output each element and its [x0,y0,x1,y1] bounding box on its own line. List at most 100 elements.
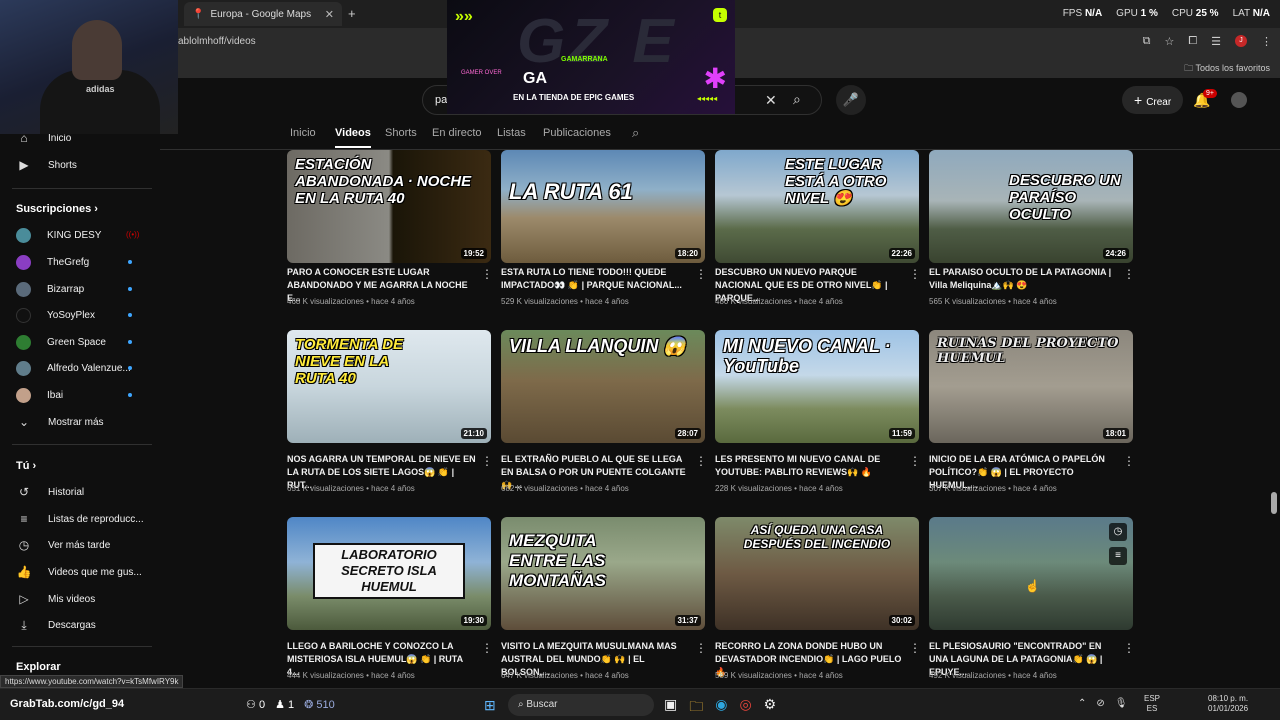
live-indicator-icon: ((•)) [126,230,140,239]
watch-later-icon[interactable]: ◷ [1109,523,1127,541]
subscriptions-heading[interactable]: Suscripciones › [16,203,98,215]
sidebar-item-bizarrap[interactable]: Bizarrap [16,279,84,299]
scrollbar-thumb[interactable] [1271,492,1277,514]
video-thumbnail[interactable]: LABORATORIO SECRETO ISLA HUEMUL 19:30 [287,517,491,630]
video-thumbnail[interactable]: MI NUEVO CANAL · YouTube 11:59 [715,330,919,443]
tab-inicio[interactable]: Inicio [290,127,316,139]
network-icon[interactable]: ⊘ [1096,698,1104,709]
more-options-icon[interactable]: ⋮ [909,267,921,281]
chrome-icon[interactable]: ◎ [739,696,751,720]
video-thumbnail[interactable]: MEZQUITA ENTRE LAS MONTAÑAS 31:37 [501,517,705,630]
video-title[interactable]: EL PARAISO OCULTO DE LA PATAGONIA | Vill… [929,266,1119,292]
sidebar-item-thegrefg[interactable]: TheGrefg [16,252,89,272]
sidebar-item-king-desy[interactable]: KING DESY [16,225,101,245]
create-label: Crear [1146,97,1172,108]
tab-publicaciones[interactable]: Publicaciones [543,127,611,139]
video-thumbnail[interactable]: ASÍ QUEDA UNA CASA DESPUÉS DEL INCENDIO 3… [715,517,919,630]
explore-heading: Explorar [16,661,61,673]
video-title[interactable]: LES PRESENTO MI NUEVO CANAL DE YOUTUBE: … [715,453,905,479]
sidebar-item-listas[interactable]: ≡ Listas de reproducc... [16,509,143,529]
video-thumbnail[interactable]: DESCUBRO UN PARAÍSO OCULTO 24:26 [929,150,1133,263]
windows-start-icon[interactable]: ⊞ [484,697,496,714]
page-scrollbar[interactable] [1270,150,1278,680]
video-thumbnail[interactable]: ◷ ≡ ☝ [929,517,1133,630]
reading-list-icon[interactable]: ☰ [1211,35,1221,48]
sidebar-item-shorts[interactable]: ▶ Shorts [16,155,77,175]
new-content-dot [128,287,132,291]
more-options-icon[interactable]: ⋮ [481,267,493,281]
video-thumbnail[interactable]: ESTACIÓN ABANDONADA · NOCHE EN LA RUTA 4… [287,150,491,263]
sidebar-item-descargas[interactable]: ⤓ Descargas [16,615,95,635]
mic-tray-icon[interactable]: 🎙 [1115,698,1128,709]
browser-tab[interactable]: 📍 Europa - Google Maps ✕ [184,2,342,26]
more-options-icon[interactable]: ⋮ [909,454,921,468]
app-icon[interactable]: ⚙ [764,696,777,720]
url-field[interactable]: ablolmhoff/videos [178,36,256,47]
all-favorites-folder[interactable]: 🗀 Todos los favoritos [1184,61,1270,77]
tab-en-directo[interactable]: En directo [432,127,482,139]
more-options-icon[interactable]: ⋮ [695,641,707,655]
video-title[interactable]: ESTA RUTA LO TIENE TODO!!! QUEDE IMPACTA… [501,266,691,292]
channel-search-icon[interactable]: ⌕ [632,125,639,141]
search-input[interactable]: pa [435,94,447,106]
video-meta: 651 K visualizaciones • hace 4 años [287,484,415,493]
install-icon[interactable]: ⧉ [1143,35,1151,48]
taskbar-search[interactable]: ⌕ Buscar [508,694,654,716]
sidebar-item-liked[interactable]: 👍 Videos que me gus... [16,562,142,582]
more-options-icon[interactable]: ⋮ [1123,641,1133,655]
extensions-icon[interactable]: ⧠ [1188,35,1197,48]
bookmark-star-icon[interactable]: ☆ [1164,35,1174,48]
tab-shorts[interactable]: Shorts [385,127,417,139]
you-heading[interactable]: Tú › [16,460,36,472]
profile-avatar[interactable]: J [1235,35,1247,47]
tab-videos[interactable]: Videos [335,127,371,148]
menu-icon[interactable]: ⋮ [1261,35,1272,48]
new-tab-button[interactable]: + [348,6,356,21]
video-meta: 228 K visualizaciones • hace 4 años [715,484,843,493]
tab-close-icon[interactable]: ✕ [325,8,334,21]
video-meta: 682 K visualizaciones • hace 4 años [501,484,629,493]
sidebar-item-green-space[interactable]: Green Space [16,332,106,352]
more-options-icon[interactable]: ⋮ [481,641,493,655]
more-options-icon[interactable]: ⋮ [1123,454,1133,468]
sidebar-item-historial[interactable]: ↺ Historial [16,482,84,502]
sidebar-item-ver-mas-tarde[interactable]: ◷ Ver más tarde [16,535,111,555]
more-options-icon[interactable]: ⋮ [481,454,493,468]
more-options-icon[interactable]: ⋮ [1123,267,1133,281]
video-thumbnail[interactable]: VILLA LLANQUIN 😱 28:07 [501,330,705,443]
sidebar-item-mis-videos[interactable]: ▷ Mis videos [16,589,95,609]
language-indicator[interactable]: ESP ES [1144,694,1160,714]
task-view-icon[interactable]: ▣ [664,696,677,720]
avatar [16,281,31,297]
ad-store-text: EN LA TIENDA DE EPIC GAMES [513,93,635,102]
show-more-button[interactable]: ⌄ Mostrar más [16,412,104,432]
history-icon: ↺ [18,485,30,499]
more-options-icon[interactable]: ⋮ [695,267,707,281]
search-icon[interactable]: ⌕ [793,91,801,108]
chevron-up-icon[interactable]: ⌃ [1078,698,1086,709]
tab-listas[interactable]: Listas [497,127,526,139]
thumbnail-text: ESTE LUGAR ESTÁ A OTRO NIVEL 😍 [785,156,887,207]
account-avatar[interactable] [1231,92,1247,108]
sidebar: ⌂ Inicio ▶ Shorts Suscripciones › KING DES… [0,131,152,680]
more-options-icon[interactable]: ⋮ [695,454,707,468]
clear-search-icon[interactable]: ✕ [765,92,777,109]
video-thumbnail[interactable]: LA RUTA 61 18:20 [501,150,705,263]
clock[interactable]: 08:10 p. m. 01/01/2026 [1208,694,1248,714]
edge-icon[interactable]: ◉ [715,696,727,720]
file-explorer-icon[interactable]: 🗀 [689,696,703,720]
thumbnail-text: TORMENTA DE NIEVE EN LA RUTA 40 [295,336,404,387]
sidebar-item-label: Shorts [48,159,77,171]
sidebar-item-yosoyplex[interactable]: YoSoyPlex [16,305,95,325]
chevron-down-icon: ⌄ [18,415,30,429]
sidebar-item-alfredo[interactable]: Alfredo Valenzue... [16,358,131,378]
more-options-icon[interactable]: ⋮ [909,641,921,655]
video-thumbnail[interactable]: ESTE LUGAR ESTÁ A OTRO NIVEL 😍 22:26 [715,150,919,263]
avatar [16,227,31,243]
add-to-queue-icon[interactable]: ≡ [1109,547,1127,565]
sidebar-item-ibai[interactable]: Ibai [16,385,63,405]
video-thumbnail[interactable]: RUINAS DEL PROYECTO HUEMUL 18:01 [929,330,1133,443]
video-thumbnail[interactable]: TORMENTA DE NIEVE EN LA RUTA 40 21:10 [287,330,491,443]
microphone-icon[interactable]: 🎤 [836,85,866,115]
create-button[interactable]: + Crear [1122,86,1184,114]
